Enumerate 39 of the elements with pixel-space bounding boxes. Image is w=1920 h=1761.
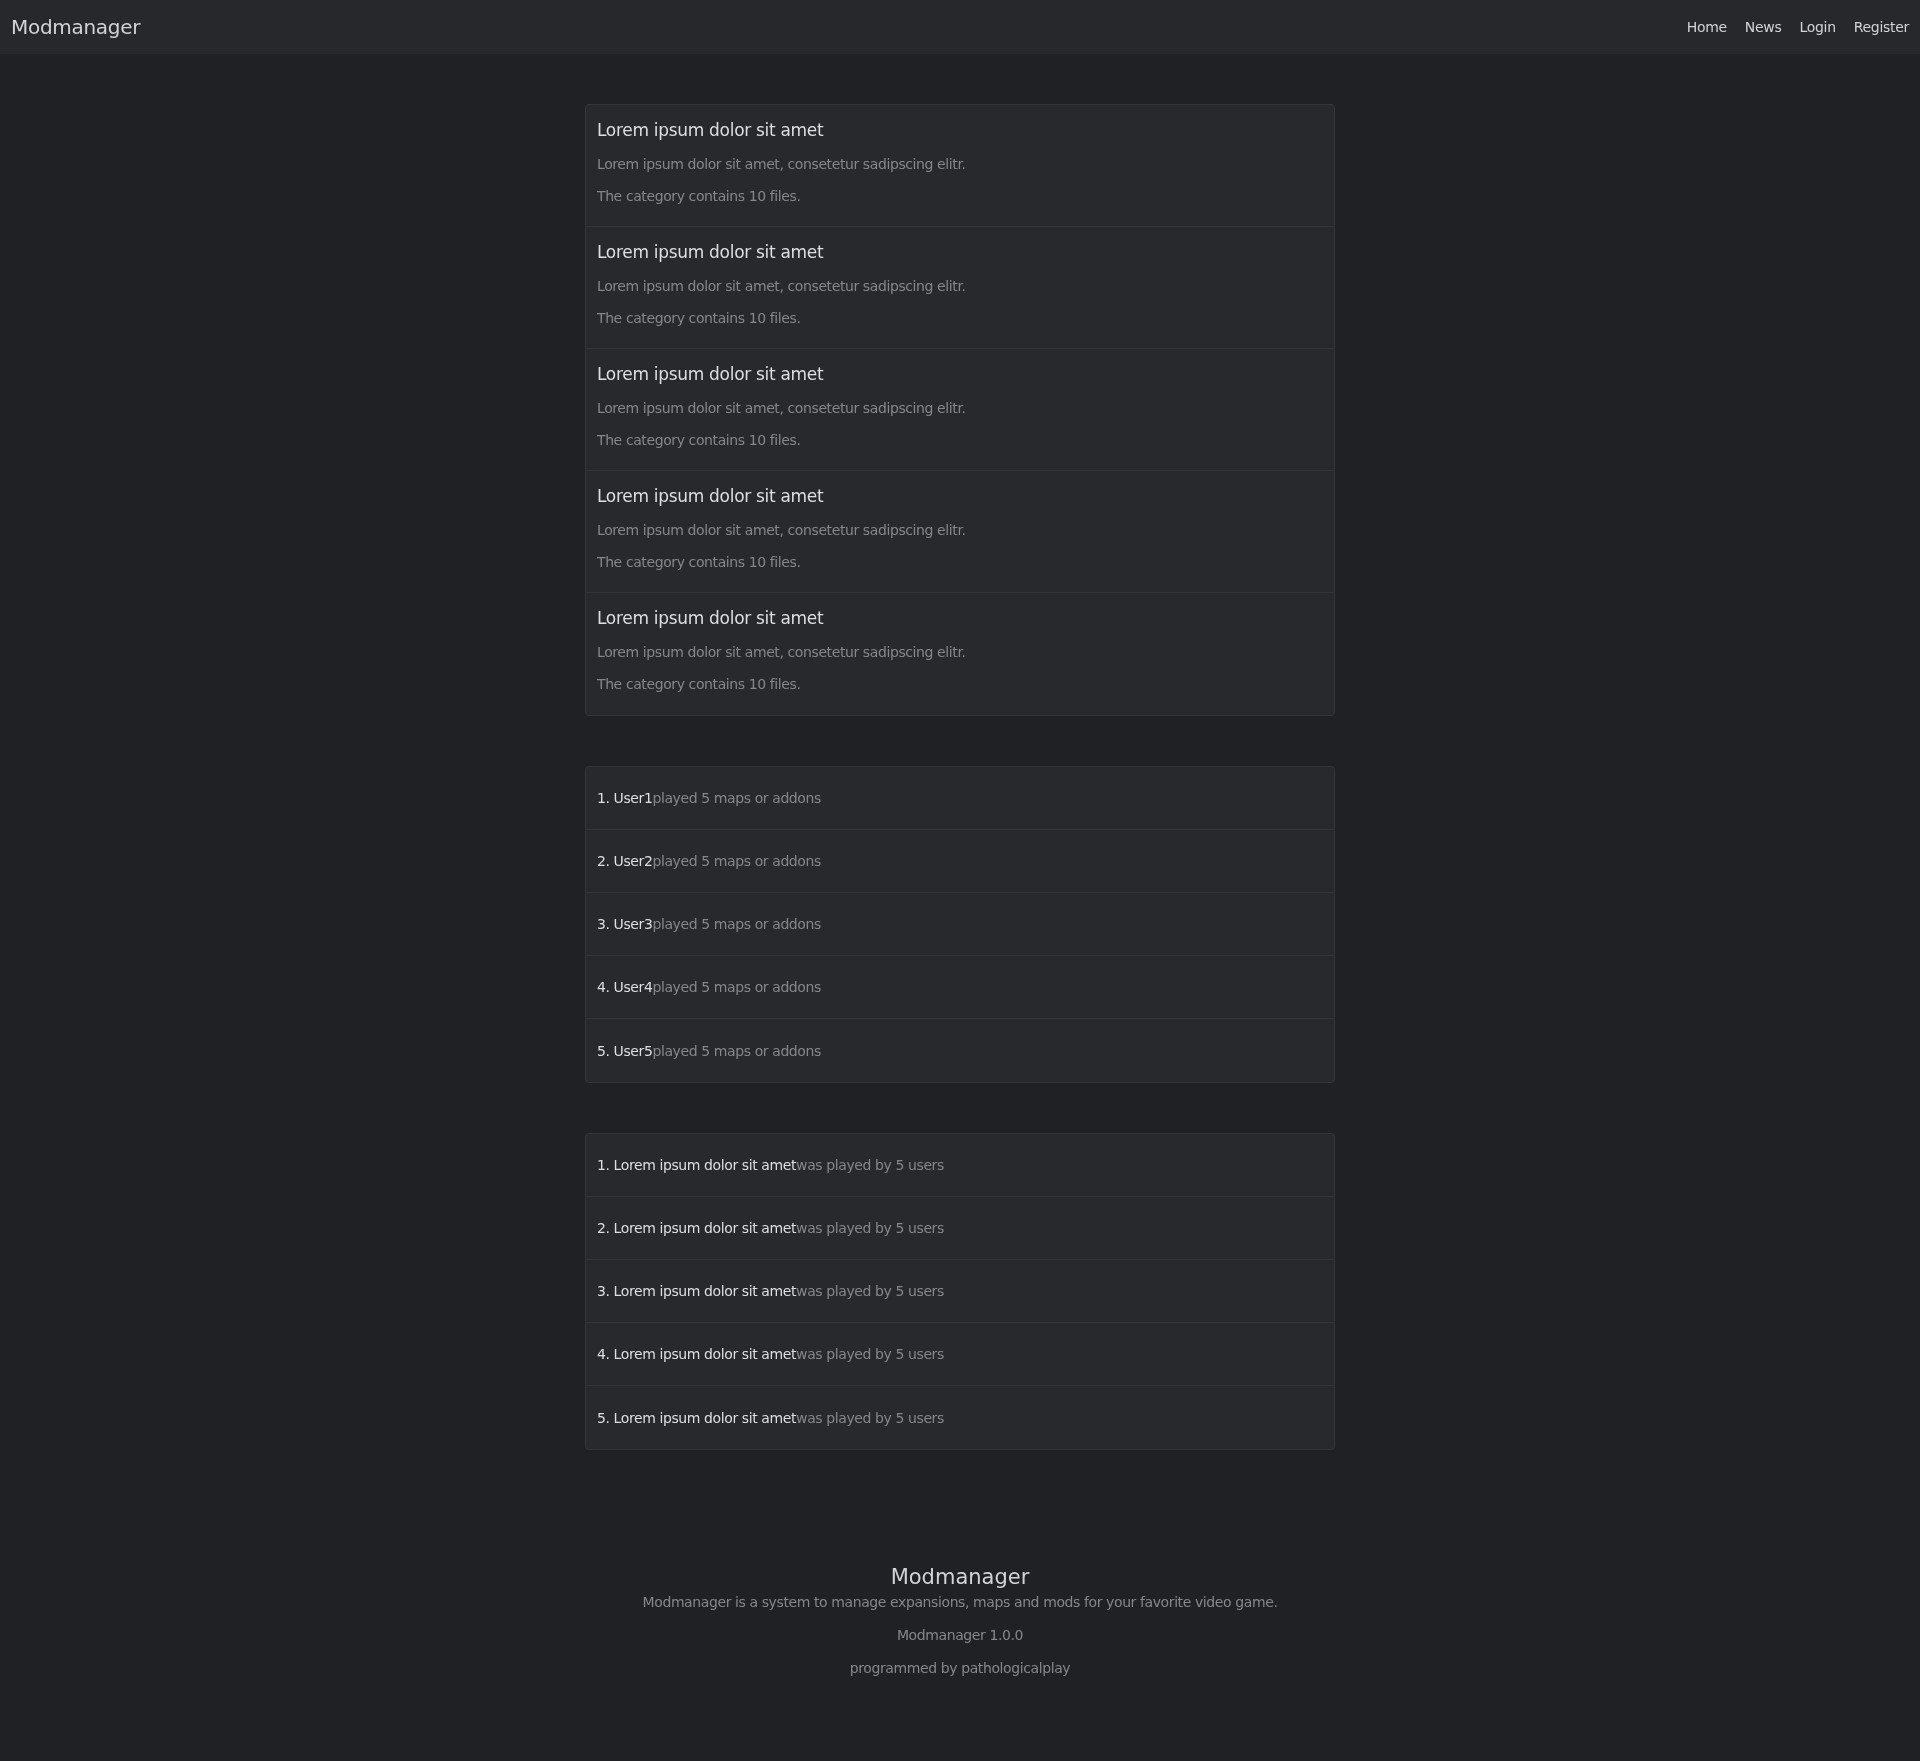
leaderboard-entry: 2. Lorem ipsum dolor sit ametwas played by 5 users [586,1197,1334,1260]
version-text: Modmanager 1.0.0 [895,1626,1025,1645]
file-count: The category contains 10 files. [597,187,802,206]
category-title: Lorem ipsum dolor sit amet [597,241,825,264]
leaderboard-entry: 5. User5played 5 maps or addons [596,1041,822,1061]
file-count: The category contains 10 files. [597,553,802,572]
category-description: Lorem ipsum dolor sit amet, consetetur sadipscing elitr. [597,155,967,174]
credit-text: programmed by pathologicalplay [848,1659,1072,1678]
footer-description: Modmanager is a system to manage expansions, maps and mods for your favorite video game. [641,1593,1279,1612]
leaderboard-entry: 2. User2played 5 maps or addons [586,830,1334,893]
category-title: Lorem ipsum dolor sit amet [597,607,825,630]
leaderboard-entry: 3. Lorem ipsum dolor sit ametwas played by 5 users [586,1260,1334,1323]
category-item[interactable]: Lorem ipsum dolor sit amet Lorem ipsum dolor sit amet, consetetur sadipscing elitr. The category contains 10 files. [586,471,1334,593]
leaderboard-entry: 3. User3played 5 maps or addons [586,893,1334,956]
category-description: Lorem ipsum dolor sit amet, consetetur sadipscing elitr. [597,643,967,662]
category-description: Lorem ipsum dolor sit amet, consetetur sadipscing elitr. [597,521,967,540]
category-item[interactable]: Lorem ipsum dolor sit amet Lorem ipsum dolor sit amet, consetetur sadipscing elitr. The category contains 10 files. [586,349,1334,471]
category-item[interactable]: Lorem ipsum dolor sit amet Lorem ipsum dolor sit amet, consetetur sadipscing elitr. The category contains 10 files. [586,227,1334,349]
brand-link[interactable]: Modmanager [11,15,141,39]
leaderboard-entry: 1. User1played 5 maps or addons [586,767,1334,830]
category-description: Lorem ipsum dolor sit amet, consetetur sadipscing elitr. [597,399,967,418]
nav-link[interactable]: News [1744,19,1782,35]
category-title: Lorem ipsum dolor sit amet [597,363,825,386]
leaderboard-entry: 5. Lorem ipsum dolor sit ametwas played by 5 users [596,1408,945,1428]
category-item[interactable]: Lorem ipsum dolor sit amet Lorem ipsum dolor sit amet, consetetur sadipscing elitr. The category contains 10 files. [586,105,1334,227]
category-title: Lorem ipsum dolor sit amet [597,485,825,508]
nav-link[interactable]: Register [1853,19,1909,35]
leaderboard-entry: 4. Lorem ipsum dolor sit ametwas played by 5 users [586,1323,1334,1386]
leaderboard-entry: 1. Lorem ipsum dolor sit ametwas played by 5 users [586,1134,1334,1197]
nav-link[interactable]: Login [1799,19,1836,35]
leaderboard-entry: 4. User4played 5 maps or addons [586,956,1334,1019]
category-description: Lorem ipsum dolor sit amet, consetetur sadipscing elitr. [597,277,967,296]
category-item[interactable]: Lorem ipsum dolor sit amet Lorem ipsum dolor sit amet, consetetur sadipscing elitr. The category contains 10 files. [586,593,1334,715]
nav-link[interactable]: Home [1686,19,1727,35]
category-title: Lorem ipsum dolor sit amet [597,119,825,142]
file-count: The category contains 10 files. [597,675,802,694]
file-count: The category contains 10 files. [597,309,802,328]
file-count: The category contains 10 files. [597,431,802,450]
footer-title: Modmanager [889,1564,1031,1591]
